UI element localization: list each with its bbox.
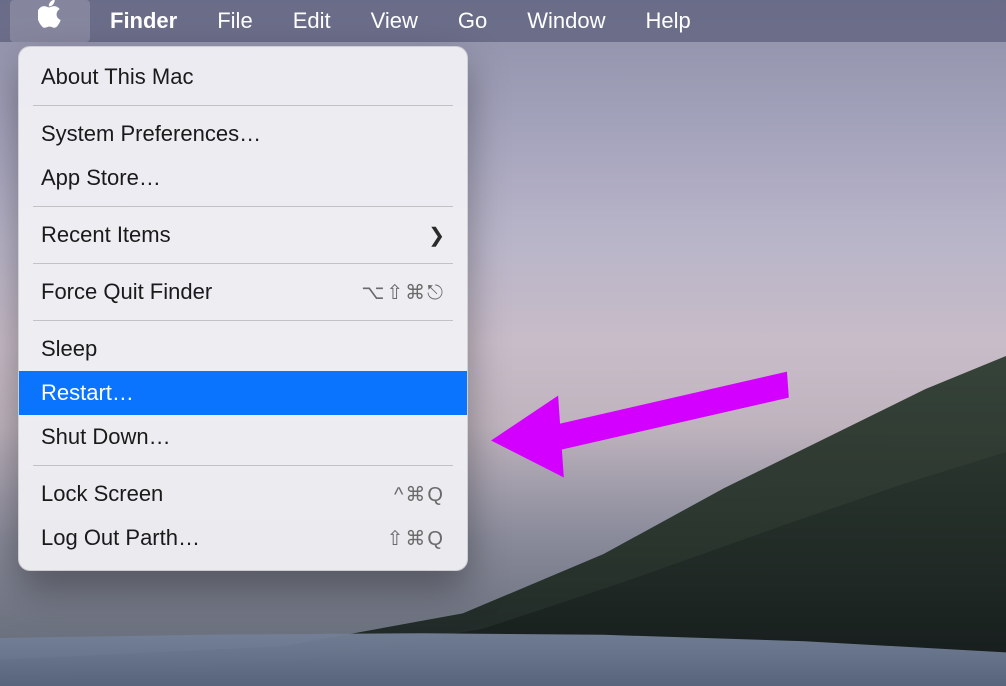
menu-item-label: Restart… (41, 380, 134, 406)
menu-item-forcequit[interactable]: Force Quit Finder ⌥⇧⌘⎋ (19, 270, 467, 314)
menu-item-restart[interactable]: Restart… (19, 371, 467, 415)
menu-item-label: Lock Screen (41, 481, 163, 507)
menu-item-shortcut: ⇧⌘Q (387, 526, 445, 551)
menu-item-logout[interactable]: Log Out Parth… ⇧⌘Q (19, 516, 467, 560)
menubar-app-name[interactable]: Finder (90, 0, 197, 42)
menu-item-recent[interactable]: Recent Items ❯ (19, 213, 467, 257)
menu-item-shutdown[interactable]: Shut Down… (19, 415, 467, 459)
menu-separator (33, 465, 453, 466)
menubar-item-file[interactable]: File (197, 0, 272, 42)
menu-separator (33, 320, 453, 321)
menubar-item-help[interactable]: Help (626, 0, 711, 42)
menu-item-label: Log Out Parth… (41, 525, 200, 551)
menubar-item-window[interactable]: Window (507, 0, 625, 42)
desktop-background: Finder File Edit View Go Window Help Abo… (0, 0, 1006, 686)
menu-item-sleep[interactable]: Sleep (19, 327, 467, 371)
menubar-item-view[interactable]: View (351, 0, 438, 42)
menu-item-label: Force Quit Finder (41, 279, 212, 305)
menu-separator (33, 263, 453, 264)
apple-logo-icon (38, 0, 62, 42)
menu-item-label: App Store… (41, 165, 161, 191)
menu-separator (33, 105, 453, 106)
menu-item-label: Shut Down… (41, 424, 171, 450)
menu-item-label: About This Mac (41, 64, 193, 90)
menu-item-appstore[interactable]: App Store… (19, 156, 467, 200)
menu-item-shortcut: ^⌘Q (394, 482, 445, 507)
menubar-item-edit[interactable]: Edit (273, 0, 351, 42)
apple-menu-dropdown: About This Mac System Preferences… App S… (18, 46, 468, 571)
menu-item-shortcut: ⌥⇧⌘⎋ (361, 280, 445, 305)
apple-menu-button[interactable] (10, 0, 90, 42)
menu-item-sysprefs[interactable]: System Preferences… (19, 112, 467, 156)
menu-separator (33, 206, 453, 207)
menu-item-label: Recent Items (41, 222, 171, 248)
chevron-right-icon: ❯ (428, 223, 445, 248)
menu-item-lockscreen[interactable]: Lock Screen ^⌘Q (19, 472, 467, 516)
annotation-arrow-icon (490, 360, 790, 480)
menu-item-label: Sleep (41, 336, 97, 362)
menubar-item-go[interactable]: Go (438, 0, 507, 42)
menu-item-about[interactable]: About This Mac (19, 55, 467, 99)
menu-item-label: System Preferences… (41, 121, 261, 147)
menubar: Finder File Edit View Go Window Help (0, 0, 1006, 42)
